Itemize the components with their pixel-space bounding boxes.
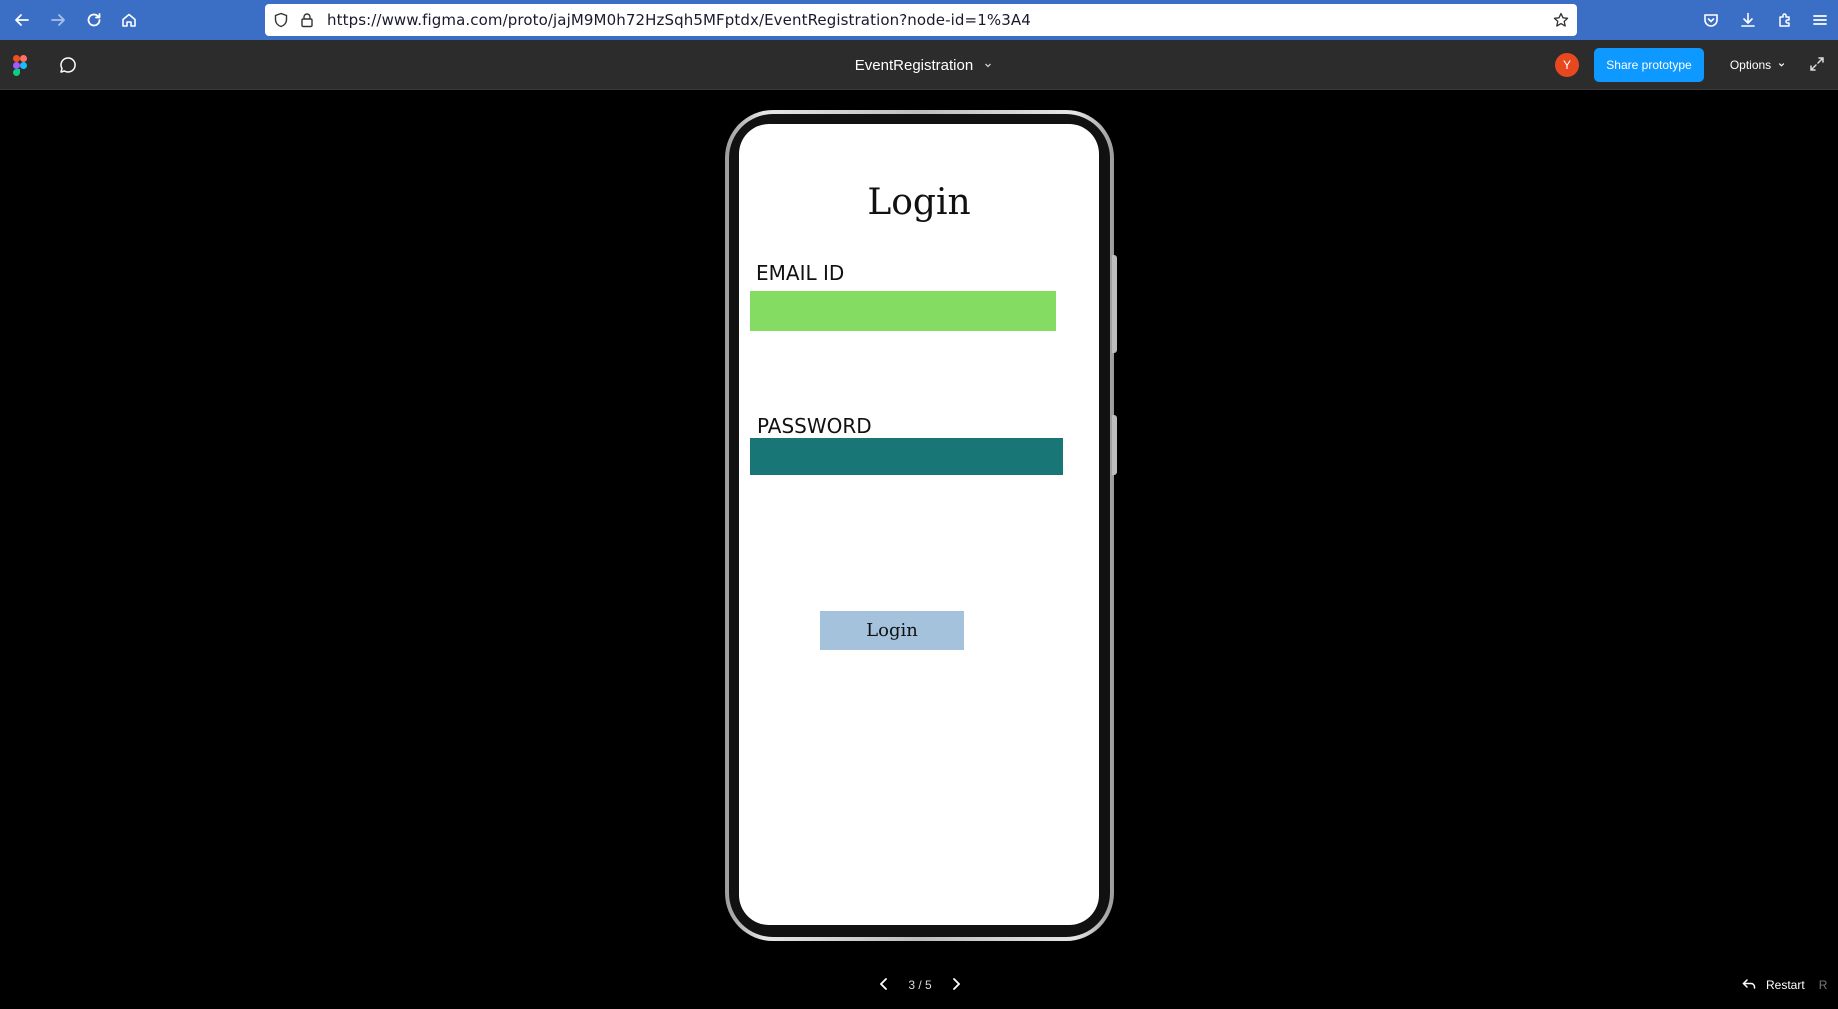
pocket-icon[interactable] <box>1699 8 1723 32</box>
figma-toolbar: EventRegistration Y Share prototype Opti… <box>0 40 1838 90</box>
expand-icon[interactable] <box>1808 55 1828 75</box>
back-arrow-icon[interactable] <box>10 8 34 32</box>
reload-icon[interactable] <box>82 8 106 32</box>
figma-logo-icon[interactable] <box>13 55 27 76</box>
chevron-down-icon <box>983 57 993 74</box>
phone-side-button <box>1112 255 1117 353</box>
extensions-icon[interactable] <box>1773 8 1797 32</box>
options-button[interactable]: Options <box>1718 48 1798 82</box>
file-name: EventRegistration <box>854 56 974 74</box>
forward-arrow-icon[interactable] <box>46 8 70 32</box>
chevron-left-icon[interactable] <box>878 977 890 994</box>
password-label: PASSWORD <box>757 414 872 438</box>
browser-toolbar: https://www.figma.com/proto/jajM9M0h72Hz… <box>0 0 1838 40</box>
email-field[interactable] <box>750 291 1056 331</box>
avatar[interactable]: Y <box>1555 53 1579 77</box>
url-text[interactable]: https://www.figma.com/proto/jajM9M0h72Hz… <box>327 4 1031 36</box>
page-indicator: 3 / 5 <box>908 978 932 992</box>
home-icon[interactable] <box>117 8 141 32</box>
restart-label: Restart <box>1766 978 1805 992</box>
restart-button[interactable]: Restart R <box>1742 976 1827 994</box>
menu-icon[interactable] <box>1808 8 1832 32</box>
phone-screen: Login EMAIL ID PASSWORD Login <box>739 124 1099 925</box>
share-prototype-button[interactable]: Share prototype <box>1594 48 1704 82</box>
file-name-dropdown[interactable]: EventRegistration <box>855 57 993 74</box>
email-label: EMAIL ID <box>756 261 845 285</box>
restart-arrow-icon <box>1742 978 1756 993</box>
login-button[interactable]: Login <box>820 611 964 650</box>
chevron-down-icon <box>1777 58 1786 72</box>
password-field[interactable] <box>750 438 1063 475</box>
restart-shortcut: R <box>1818 978 1828 992</box>
page-navigator: 3 / 5 <box>878 975 962 995</box>
chevron-right-icon[interactable] <box>950 977 962 994</box>
options-label: Options <box>1729 58 1772 72</box>
lock-icon[interactable] <box>299 12 315 28</box>
phone-side-button <box>1112 415 1117 475</box>
download-icon[interactable] <box>1736 8 1760 32</box>
comment-icon[interactable] <box>58 55 78 75</box>
star-icon[interactable] <box>1553 12 1569 28</box>
page-title: Login <box>867 182 971 223</box>
url-bar[interactable]: https://www.figma.com/proto/jajM9M0h72Hz… <box>265 4 1577 36</box>
shield-icon[interactable] <box>273 12 289 28</box>
